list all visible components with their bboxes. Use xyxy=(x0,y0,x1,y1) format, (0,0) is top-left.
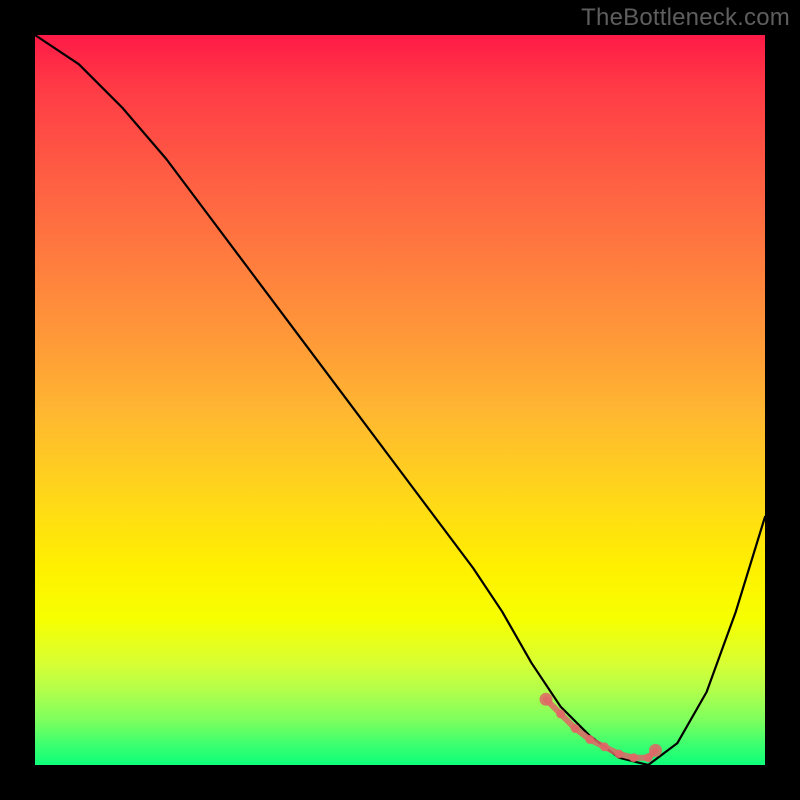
highlight-dot xyxy=(649,744,662,757)
highlight-dot xyxy=(540,693,553,706)
outer-frame: TheBottleneck.com xyxy=(0,0,800,800)
plot-area xyxy=(35,35,765,765)
highlight-dot xyxy=(571,724,580,733)
highlight-dot xyxy=(615,750,624,759)
bottleneck-curve-line xyxy=(35,35,765,765)
highlight-dot xyxy=(600,742,609,751)
highlight-dot xyxy=(629,753,638,762)
watermark-text: TheBottleneck.com xyxy=(581,4,790,32)
highlight-dot xyxy=(556,709,565,718)
highlight-dot xyxy=(585,735,594,744)
curve-svg xyxy=(35,35,765,765)
